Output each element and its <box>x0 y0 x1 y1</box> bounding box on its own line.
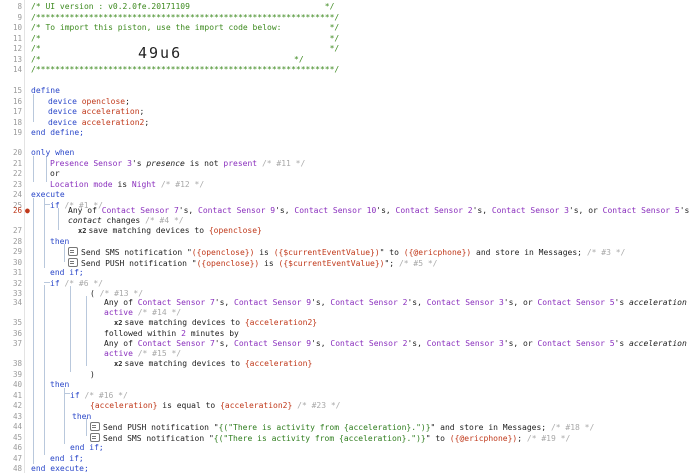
define-keyword[interactable]: define <box>31 86 60 96</box>
line-number: 27 <box>12 226 22 235</box>
line-number: 34 <box>12 298 22 307</box>
line-number: 15 <box>12 86 22 95</box>
line-number: 23 <box>12 179 22 189</box>
comparison-condition[interactable]: {acceleration} is equal to {acceleration… <box>90 401 341 411</box>
if-block-header[interactable]: if /* #16 */ <box>70 391 128 401</box>
line-number: 48 <box>12 464 22 473</box>
line-number: 29 <box>12 247 22 256</box>
line-number: 20 <box>12 148 22 157</box>
header-comment-line: /* To import this piston, use the import… <box>31 23 340 32</box>
line-number: 12 <box>12 44 22 53</box>
save-matching-devices[interactable]: x2 save matching devices to {acceleration… <box>114 359 312 369</box>
line-number: 45 <box>12 432 22 442</box>
end-if-keyword[interactable]: end if; <box>70 443 104 453</box>
end-if-keyword[interactable]: end if; <box>50 268 84 278</box>
line-number: 43 <box>12 411 22 421</box>
line-number: 10 <box>12 23 22 32</box>
line-number: 32 <box>12 278 22 288</box>
header-comment-line: /* UI version : v0.2.0fe.20171109 */ <box>31 2 335 11</box>
error-indicator-icon: ● <box>25 206 30 215</box>
header-comment-end: */ <box>294 54 304 64</box>
send-push-statement[interactable]: Send PUSH notification "{("There is acti… <box>90 422 594 433</box>
message-icon <box>90 422 100 431</box>
end-define-keyword[interactable]: end define; <box>31 128 84 138</box>
line-number: 37 <box>12 339 22 348</box>
variable-icon: x2 <box>78 227 87 235</box>
or-operator[interactable]: or <box>50 169 60 179</box>
piston-code-editor: 8 9 10 11 12 13 14 15 16 17 18 19 20 21 … <box>0 0 690 473</box>
line-number: 46 <box>12 443 22 452</box>
line-number: 38 <box>12 359 22 368</box>
then-keyword[interactable]: then <box>50 237 69 247</box>
device-declaration[interactable]: device acceleration; <box>48 107 144 117</box>
execute-keyword[interactable]: execute <box>31 190 65 200</box>
line-number: 35 <box>12 318 22 327</box>
line-number: 47 <box>12 453 22 463</box>
restriction-condition[interactable]: Presence Sensor 3's presence is not pres… <box>50 159 305 169</box>
line-number: 19 <box>12 128 22 137</box>
line-number: 18 <box>12 117 22 127</box>
trigger-condition-attr[interactable]: contact changes /* #4 */ <box>68 216 184 226</box>
message-icon <box>68 257 78 267</box>
end-if-keyword[interactable]: end if; <box>50 454 84 464</box>
trigger-condition-value[interactable]: active /* #14 */ <box>104 308 181 318</box>
header-comment-line: /***************************************… <box>31 65 340 74</box>
line-number: 31 <box>12 268 22 277</box>
line-number: 40 <box>12 380 22 389</box>
line-number: 14 <box>12 65 22 74</box>
line-number: 42 <box>12 401 22 410</box>
message-icon <box>68 247 78 256</box>
line-number: 33 <box>12 289 22 298</box>
followed-within-clause[interactable]: followed within 2 minutes by <box>104 329 239 339</box>
trigger-condition[interactable]: Any of Contact Sensor 7's, Contact Senso… <box>104 339 690 349</box>
line-number-error: 26 <box>12 206 22 215</box>
line-number: 13 <box>12 54 22 64</box>
line-number: 24 <box>12 190 22 199</box>
line-number: 36 <box>12 328 22 338</box>
header-comment-line: /***************************************… <box>31 12 340 22</box>
device-declaration[interactable]: device openclose; <box>48 97 130 107</box>
header-comment-line: /* <box>31 54 41 64</box>
trigger-condition[interactable]: Any of Contact Sensor 7's, Contact Senso… <box>68 206 689 216</box>
if-block-header[interactable]: if /* #6 */ <box>50 279 103 289</box>
send-push-statement[interactable]: Send PUSH notification "({openclose}) is… <box>68 257 437 269</box>
line-number: 44 <box>12 422 22 431</box>
import-code: 49u6 <box>138 44 183 62</box>
line-number: 8 <box>17 2 22 11</box>
restriction-condition[interactable]: Location mode is Night /* #12 */ <box>50 180 204 190</box>
trigger-condition-value[interactable]: active /* #15 */ <box>104 349 181 359</box>
message-icon <box>90 432 100 442</box>
line-number: 39 <box>12 369 22 379</box>
line-number: 11 <box>12 33 22 43</box>
line-number: 17 <box>12 107 22 116</box>
line-number: 9 <box>17 12 22 22</box>
variable-icon: x2 <box>114 360 123 368</box>
line-gutter-divider <box>24 0 25 473</box>
line-number: 16 <box>12 96 22 106</box>
device-declaration[interactable]: device acceleration2; <box>48 118 149 128</box>
header-comment-line: /* */ <box>31 44 340 53</box>
line-number: 22 <box>12 169 22 178</box>
line-number: 28 <box>12 236 22 246</box>
header-comment-line: /* */ <box>31 33 340 43</box>
save-matching-devices[interactable]: x2 save matching devices to {acceleration… <box>114 318 317 328</box>
then-keyword[interactable]: then <box>50 380 69 390</box>
line-number: 41 <box>12 390 22 400</box>
line-number: 21 <box>12 158 22 168</box>
group-close[interactable]: ) <box>90 370 95 380</box>
save-matching-devices[interactable]: x2 save matching devices to {openclose} <box>78 226 262 236</box>
variable-icon: x2 <box>114 319 123 327</box>
send-sms-statement[interactable]: Send SMS notification "({openclose}) is … <box>68 247 625 258</box>
then-keyword[interactable]: then <box>72 412 91 422</box>
trigger-condition[interactable]: Any of Contact Sensor 7's, Contact Senso… <box>104 298 690 308</box>
send-sms-statement[interactable]: Send SMS notification "{("There is activ… <box>90 432 570 444</box>
only-when-keyword[interactable]: only when <box>31 148 74 158</box>
line-number: 30 <box>12 257 22 267</box>
